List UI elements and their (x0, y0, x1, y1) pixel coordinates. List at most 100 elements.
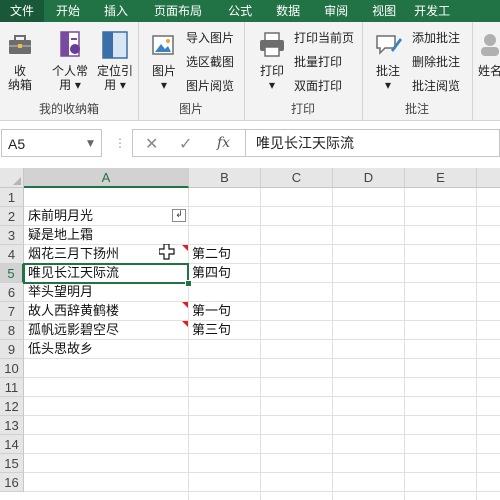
group-picture: 图片 ▾ 导入图片 选区截图 图片阅览 图片 (138, 22, 245, 120)
row-header[interactable]: 14 (0, 435, 24, 454)
column-border (260, 188, 261, 500)
receive-label: 收 纳箱 (7, 64, 32, 92)
column-header-e[interactable]: E (405, 168, 477, 188)
tab-view[interactable]: 视图 (360, 0, 408, 22)
add-comment-label: 添加批注 (412, 31, 461, 45)
row-header[interactable]: 7 (0, 302, 24, 321)
cell-cursor-icon (159, 244, 175, 260)
group-my-collection: 收 纳箱 个人常 用 ▾ 定位引 用 ▾ 我的收纳箱 (0, 22, 139, 120)
tab-review[interactable]: 审阅 (312, 0, 360, 22)
personal-common-button[interactable]: 个人常 用 ▾ (48, 30, 92, 92)
row-header[interactable]: 2 (0, 207, 24, 226)
tab-developer[interactable]: 开发工 (408, 0, 456, 22)
worksheet-grid[interactable]: A B C D E 1 2 3 4 5 6 7 8 9 10 11 12 13 … (0, 168, 500, 500)
cell-a9[interactable]: 低头思故乡 (24, 340, 189, 359)
comment-indicator-a7[interactable] (182, 302, 188, 308)
picture-icon (152, 35, 174, 55)
cell-b7[interactable]: 第一句 (189, 302, 261, 321)
region-screenshot-label: 选区截图 (186, 55, 235, 69)
delete-comment-button[interactable]: 删除批注 (412, 53, 460, 71)
name-partial-label: 姓名 (478, 64, 500, 78)
personal-doc-icon (60, 31, 80, 57)
enter-icon[interactable]: ✓ (179, 134, 192, 153)
group-label-print: 打印 (290, 102, 315, 116)
comment-indicator-a4[interactable] (182, 245, 188, 251)
row-header[interactable]: 10 (0, 359, 24, 378)
import-picture-label: 导入图片 (186, 31, 235, 45)
tab-formulas[interactable]: 公式 (216, 0, 264, 22)
active-cell-border (23, 263, 189, 284)
add-comment-button[interactable]: 添加批注 (412, 29, 460, 47)
row-header[interactable]: 4 (0, 245, 24, 264)
print-current-page-button[interactable]: 打印当前页 (294, 29, 354, 47)
cell-b4[interactable]: 第二句 (189, 245, 261, 264)
import-picture-button[interactable]: 导入图片 (186, 29, 234, 47)
row-header[interactable]: 13 (0, 416, 24, 435)
column-header-a[interactable]: A (24, 168, 189, 188)
printer-icon (260, 32, 284, 57)
column-header-b[interactable]: B (189, 168, 261, 188)
cell-a2[interactable]: 床前明月光 (24, 207, 189, 226)
picture-browse-button[interactable]: 图片阅览 (186, 77, 234, 95)
tab-data[interactable]: 数据 (264, 0, 312, 22)
cell-a8[interactable]: 孤帆远影碧空尽 (24, 321, 189, 340)
row-header[interactable]: 11 (0, 378, 24, 397)
row-header[interactable]: 12 (0, 397, 24, 416)
formula-bar-splitter-icon[interactable]: ⋮ (114, 136, 126, 150)
locate-reference-icon (102, 31, 128, 59)
print-button[interactable]: 打印 ▾ (256, 30, 288, 92)
paste-options-icon[interactable]: ↲ (172, 209, 186, 222)
name-box-dropdown-icon[interactable]: ▼ (87, 139, 94, 149)
row-header[interactable]: 1 (0, 188, 24, 207)
row-header[interactable]: 8 (0, 321, 24, 340)
name-partial-button[interactable]: 姓名 (478, 30, 500, 78)
cell-a3[interactable]: 疑是地上霜 (24, 226, 189, 245)
cell-b8[interactable]: 第三句 (189, 321, 261, 340)
row-header[interactable]: 16 (0, 473, 24, 492)
cell-a6[interactable]: 举头望明月 (24, 283, 189, 302)
tab-file[interactable]: 文件 (0, 0, 45, 22)
tab-page-layout[interactable]: 页面布局 (140, 0, 216, 22)
row-header[interactable]: 9 (0, 340, 24, 359)
tab-insert[interactable]: 插入 (92, 0, 140, 22)
comment-browse-button[interactable]: 批注阅览 (412, 77, 460, 95)
cell-b5[interactable]: 第四句 (189, 264, 261, 283)
column-border (476, 188, 477, 500)
receive-button[interactable]: 收 纳箱 (4, 30, 36, 92)
tab-home[interactable]: 开始 (44, 0, 92, 22)
row-header[interactable]: 15 (0, 454, 24, 473)
row-header[interactable]: 3 (0, 226, 24, 245)
formula-bar: A5 ▼ ⋮ ✕ ✓ fx 唯见长江天际流 (0, 128, 500, 160)
column-border (404, 188, 405, 500)
ribbon: 收 纳箱 个人常 用 ▾ 定位引 用 ▾ 我的收纳箱 图片 ▾ 导入图片 选区截… (0, 22, 500, 121)
print-label: 打印 ▾ (259, 64, 284, 92)
toolbox-icon (9, 35, 31, 54)
formula-input[interactable]: 唯见长江天际流 (246, 129, 500, 157)
group-label-picture: 图片 (178, 102, 203, 116)
cell-a7[interactable]: 故人西辞黄鹤楼 (24, 302, 189, 321)
locate-reference-label: 定位引 用 ▾ (96, 64, 133, 92)
group-comment: 批注 ▾ 添加批注 删除批注 批注阅览 批注 (362, 22, 473, 120)
insert-function-icon[interactable]: fx (217, 135, 230, 151)
column-header-c[interactable]: C (261, 168, 333, 188)
fill-handle[interactable] (185, 280, 192, 287)
row-header[interactable]: 5 (0, 264, 24, 283)
duplex-print-button[interactable]: 双面打印 (294, 77, 342, 95)
formula-buttons: ✕ ✓ fx (132, 129, 246, 157)
picture-button[interactable]: 图片 ▾ (148, 30, 180, 92)
comment-pen-icon (376, 35, 402, 55)
column-header-f[interactable] (477, 168, 500, 188)
delete-comment-label: 删除批注 (412, 55, 461, 69)
column-header-d[interactable]: D (333, 168, 405, 188)
locate-reference-button[interactable]: 定位引 用 ▾ (94, 30, 136, 92)
cancel-icon[interactable]: ✕ (145, 134, 158, 153)
duplex-print-label: 双面打印 (294, 79, 343, 93)
select-all-corner[interactable] (0, 168, 24, 188)
group-print: 打印 ▾ 打印当前页 批量打印 双面打印 打印 (244, 22, 363, 120)
row-header[interactable]: 6 (0, 283, 24, 302)
batch-print-button[interactable]: 批量打印 (294, 53, 342, 71)
comment-button[interactable]: 批注 ▾ (372, 30, 404, 92)
region-screenshot-button[interactable]: 选区截图 (186, 53, 234, 71)
comment-indicator-a8[interactable] (182, 321, 188, 327)
picture-label: 图片 ▾ (151, 64, 176, 92)
